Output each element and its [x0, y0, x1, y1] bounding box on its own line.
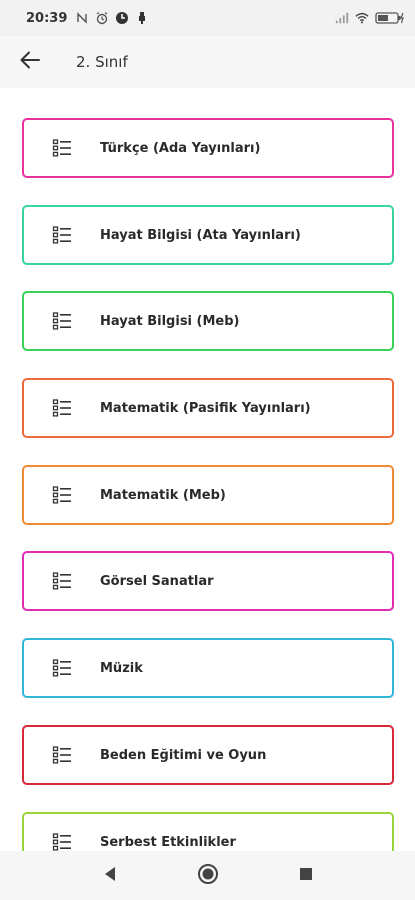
- list-item-label: Müzik: [100, 660, 143, 676]
- list-item-label: Matematik (Meb): [100, 487, 226, 503]
- list-item[interactable]: Matematik (Pasifik Yayınları): [22, 378, 394, 438]
- nav-recents-button[interactable]: [292, 862, 320, 890]
- back-button[interactable]: [0, 36, 60, 88]
- list-bullet-icon: [24, 120, 100, 176]
- page-title: 2. Sınıf: [76, 53, 128, 71]
- list-item[interactable]: Serbest Etkinlikler: [22, 812, 394, 851]
- list-item-label: Matematik (Pasifik Yayınları): [100, 400, 311, 416]
- app-notification-icon: [115, 11, 129, 25]
- list-item-label: Beden Eğitimi ve Oyun: [100, 747, 267, 763]
- list-item-label: Hayat Bilgisi (Meb): [100, 313, 240, 329]
- nav-home-button[interactable]: [194, 862, 222, 890]
- triangle-back-icon: [103, 866, 117, 886]
- list-bullet-icon: [24, 293, 100, 349]
- list-bullet-icon: [24, 380, 100, 436]
- square-recents-icon: [299, 866, 313, 885]
- list-item-label: Türkçe (Ada Yayınları): [100, 140, 261, 156]
- list-item-label: Hayat Bilgisi (Ata Yayınları): [100, 227, 301, 243]
- list-bullet-icon: [24, 640, 100, 696]
- list-item[interactable]: Hayat Bilgisi (Meb): [22, 291, 394, 351]
- subject-list: Türkçe (Ada Yayınları) Hayat Bilgisi (At…: [0, 88, 415, 851]
- arrow-left-icon: [20, 51, 40, 73]
- list-bullet-icon: [24, 814, 100, 851]
- list-item[interactable]: Türkçe (Ada Yayınları): [22, 118, 394, 178]
- nfc-icon: [75, 11, 89, 25]
- nav-back-button[interactable]: [96, 862, 124, 890]
- status-bar: 20:39: [0, 0, 415, 36]
- list-bullet-icon: [24, 727, 100, 783]
- signal-icon: [335, 11, 349, 25]
- list-item[interactable]: Müzik: [22, 638, 394, 698]
- list-bullet-icon: [24, 467, 100, 523]
- list-item-label: Serbest Etkinlikler: [100, 834, 236, 850]
- alarm-icon: [95, 11, 109, 25]
- list-bullet-icon: [24, 553, 100, 609]
- system-nav-bar: [0, 851, 415, 900]
- circle-home-icon: [197, 863, 219, 889]
- status-right: [335, 11, 405, 25]
- wifi-icon: [355, 11, 369, 25]
- list-item[interactable]: Matematik (Meb): [22, 465, 394, 525]
- usb-icon: [135, 11, 149, 25]
- app-bar: 2. Sınıf: [0, 36, 415, 88]
- status-left: 20:39: [26, 11, 149, 26]
- list-item[interactable]: Görsel Sanatlar: [22, 551, 394, 611]
- list-item[interactable]: Beden Eğitimi ve Oyun: [22, 725, 394, 785]
- list-bullet-icon: [24, 207, 100, 263]
- list-item[interactable]: Hayat Bilgisi (Ata Yayınları): [22, 205, 394, 265]
- battery-charging-icon: [375, 11, 405, 25]
- status-time: 20:39: [26, 10, 68, 26]
- list-item-label: Görsel Sanatlar: [100, 573, 214, 589]
